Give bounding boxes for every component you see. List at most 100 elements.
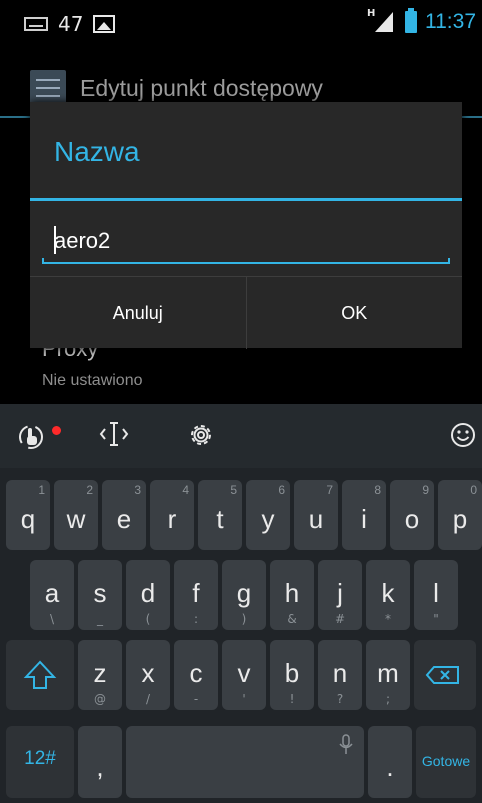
network-badge: H [367, 8, 376, 19]
key-x[interactable]: x / [126, 640, 170, 710]
key-number-hint: 4 [182, 483, 189, 497]
key-number-hint: 7 [326, 483, 333, 497]
key-e[interactable]: 3e [102, 480, 146, 550]
key-label: a [44, 578, 60, 608]
cursor-move-icon[interactable] [98, 418, 130, 456]
period-key[interactable]: . [368, 726, 412, 798]
keyboard-toolbar [0, 404, 482, 468]
key-r[interactable]: 4r [150, 480, 194, 550]
shift-icon [23, 660, 57, 689]
backspace-icon [425, 666, 459, 684]
status-bar: 47 H 11:37 [0, 0, 482, 48]
key-symbol-hint: & [287, 612, 297, 626]
key-number-hint: 6 [278, 483, 285, 497]
key-symbol-hint: ? [336, 692, 344, 706]
key-symbol-hint: _ [97, 612, 103, 626]
soft-keyboard: 1 q 2 w 3 e 4 r 5 t 6 y 7 u 8 i 9 o 0 p a \ s _ d(f: g) h & j # k * l " z @… [0, 404, 482, 803]
key-b[interactable]: b! [270, 640, 314, 710]
space-key[interactable] [126, 726, 364, 798]
key-label: p [452, 504, 468, 534]
key-symbol-hint: " [433, 612, 439, 626]
shift-key[interactable] [6, 640, 74, 710]
key-i[interactable]: 8i [342, 480, 386, 550]
key-h[interactable]: h & [270, 560, 314, 630]
key-f[interactable]: f: [174, 560, 218, 630]
emoji-icon[interactable] [450, 422, 476, 454]
key-number-hint: 5 [230, 483, 237, 497]
period-key-label: . [386, 752, 394, 782]
done-key-label: Gotowe [421, 753, 471, 769]
key-k[interactable]: k * [366, 560, 410, 630]
battery-icon [405, 8, 417, 33]
key-label: k [381, 578, 395, 608]
comma-key-label: , [96, 752, 104, 782]
settings-app-icon [30, 70, 66, 106]
microphone-icon [339, 734, 353, 754]
key-label: l [433, 578, 439, 608]
status-left: 47 [24, 12, 116, 36]
key-s[interactable]: s _ [78, 560, 122, 630]
key-number-hint: 0 [470, 483, 477, 497]
ok-button[interactable]: OK [245, 277, 463, 349]
name-dialog: Nazwa aero2 Anuluj OK [30, 102, 462, 349]
key-label: m [377, 658, 399, 688]
key-q[interactable]: 1q [6, 480, 50, 550]
done-key[interactable]: Gotowe [416, 726, 476, 798]
key-m[interactable]: m; [366, 640, 410, 710]
dialog-title-divider [30, 198, 462, 201]
key-l[interactable]: l " [414, 560, 458, 630]
symbols-key[interactable]: 12# [6, 726, 74, 798]
key-symbol-hint: ) [241, 612, 247, 626]
key-label: z [93, 658, 107, 688]
key-t[interactable]: 5t [198, 480, 242, 550]
name-input-value: aero2 [54, 228, 111, 253]
key-label: e [116, 504, 132, 534]
key-symbol-hint: ! [289, 692, 295, 706]
key-p[interactable]: 0p [438, 480, 482, 550]
key-z[interactable]: z @ [78, 640, 122, 710]
key-symbol-hint: \ [49, 612, 55, 626]
key-label: s [93, 578, 107, 608]
key-number-hint: 8 [374, 483, 381, 497]
key-a[interactable]: a \ [30, 560, 74, 630]
image-icon [93, 15, 116, 33]
key-label: o [404, 504, 420, 534]
dialog-button-bar: Anuluj OK [30, 276, 462, 349]
input-underline [42, 262, 450, 264]
key-label: f [192, 578, 200, 608]
status-right: H 11:37 [367, 8, 476, 34]
input-underline-right-cap [448, 258, 450, 264]
name-input[interactable]: aero2 [42, 222, 450, 264]
notification-count: 47 [58, 12, 84, 36]
cancel-button[interactable]: Anuluj [30, 277, 246, 349]
key-g[interactable]: g) [222, 560, 266, 630]
key-label: j [337, 578, 343, 608]
key-j[interactable]: j # [318, 560, 362, 630]
key-n[interactable]: n? [318, 640, 362, 710]
key-o[interactable]: 9o [390, 480, 434, 550]
key-label: q [20, 504, 36, 534]
key-label: y [261, 504, 275, 534]
key-u[interactable]: 7u [294, 480, 338, 550]
key-number-hint: 2 [86, 483, 93, 497]
key-label: i [361, 504, 367, 534]
comma-key[interactable]: , [78, 726, 122, 798]
settings-gear-icon[interactable] [186, 420, 216, 456]
key-label: t [216, 504, 224, 534]
backspace-key[interactable] [414, 640, 476, 710]
key-d[interactable]: d( [126, 560, 170, 630]
swipe-gesture-icon[interactable] [18, 422, 44, 458]
key-label: n [332, 658, 348, 688]
key-symbol-hint: @ [94, 692, 106, 706]
key-label: h [284, 578, 300, 608]
key-y[interactable]: 6y [246, 480, 290, 550]
key-v[interactable]: v ' [222, 640, 266, 710]
key-label: v [237, 658, 251, 688]
key-symbol-hint: - [193, 692, 199, 706]
key-label: c [189, 658, 203, 688]
key-c[interactable]: c- [174, 640, 218, 710]
key-w[interactable]: 2w [54, 480, 98, 550]
symbols-key-label: 12# [24, 748, 56, 769]
key-symbol-hint: # [334, 612, 346, 626]
key-symbol-hint: : [193, 612, 199, 626]
